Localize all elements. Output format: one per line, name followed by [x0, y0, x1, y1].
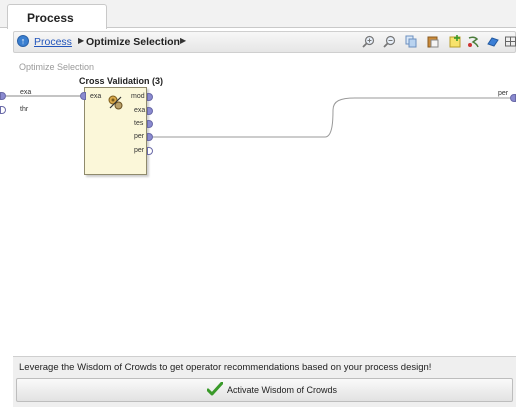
activate-wisdom-of-crowds-label: Activate Wisdom of Crowds: [227, 385, 338, 395]
process-canvas[interactable]: [0, 55, 516, 356]
operator-output-port-label: per: [134, 133, 145, 140]
operator-input-port-exa[interactable]: [80, 92, 86, 100]
breadcrumb-expand-icon[interactable]: ▶: [180, 36, 186, 45]
breadcrumb-current[interactable]: Optimize Selection: [86, 36, 180, 48]
breadcrumb-separator-icon: ▶: [78, 36, 85, 45]
add-note-icon[interactable]: [449, 35, 462, 48]
operator-output-port-label: per: [134, 147, 145, 154]
wisdom-of-crowds-message: Leverage the Wisdom of Crowds to get ope…: [19, 362, 432, 373]
operator-output-port-label: mod: [131, 93, 145, 100]
zoom-out-icon[interactable]: [383, 35, 396, 48]
canvas-input-port-label: exa: [20, 89, 32, 96]
breadcrumb-process-link[interactable]: Process: [34, 36, 72, 48]
operator-title[interactable]: Cross Validation (3): [79, 76, 163, 86]
zoom-in-icon[interactable]: [362, 35, 375, 48]
parent-process-icon[interactable]: ↑: [17, 35, 29, 47]
canvas-output-port-per[interactable]: [510, 94, 516, 102]
canvas-output-port-label: per: [498, 90, 509, 97]
tab-process[interactable]: Process: [7, 4, 107, 29]
checkmark-icon: [207, 382, 223, 396]
save-icon[interactable]: [486, 35, 499, 48]
operator-output-port-label: tes: [134, 120, 144, 127]
subprocess-label: Optimize Selection: [19, 62, 95, 72]
operator-output-port-label: exa: [134, 107, 146, 114]
paste-icon[interactable]: [427, 35, 440, 48]
arrange-grid-icon[interactable]: [504, 35, 516, 48]
operator-input-port-label: exa: [90, 93, 102, 100]
canvas-input-port-label: thr: [20, 106, 29, 113]
auto-wire-icon[interactable]: [467, 35, 480, 48]
copy-icon[interactable]: [405, 35, 418, 48]
cross-validation-icon: [108, 95, 123, 110]
